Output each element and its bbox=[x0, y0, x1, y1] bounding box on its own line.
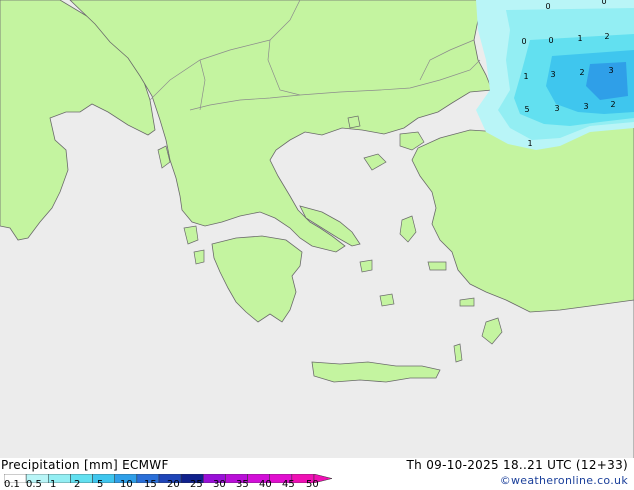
scale-swatch bbox=[92, 474, 115, 483]
scale-tick: 2 bbox=[74, 479, 81, 490]
map-title: Precipitation [mm] ECMWF bbox=[1, 458, 169, 472]
island-thasos bbox=[347, 115, 361, 129]
precip-label: 0 bbox=[601, 0, 606, 6]
precip-label: 0 bbox=[521, 37, 526, 46]
precip-label: 0 bbox=[545, 2, 550, 11]
scale-tick: 45 bbox=[282, 479, 295, 490]
precip-label: 2 bbox=[610, 100, 615, 109]
precipitation-map: 0 0 0 0 1 2 1 3 2 3 5 3 3 2 1 bbox=[0, 0, 634, 458]
precip-label: 2 bbox=[579, 68, 584, 77]
island-zakynthos bbox=[193, 249, 205, 265]
scale-tick: 20 bbox=[167, 479, 180, 490]
scale-tick: 10 bbox=[120, 479, 133, 490]
scale-tick: 25 bbox=[190, 479, 203, 490]
island-samos bbox=[427, 261, 447, 271]
scale-tick: 15 bbox=[144, 479, 157, 490]
island-naxos bbox=[379, 293, 395, 307]
scale-tick: 0.1 bbox=[4, 479, 20, 490]
precip-label: 3 bbox=[583, 102, 588, 111]
scale-tick: 40 bbox=[259, 479, 272, 490]
credit-link[interactable]: ©weatheronline.co.uk bbox=[500, 474, 628, 487]
precip-label: 1 bbox=[577, 34, 582, 43]
scale-tick: 30 bbox=[213, 479, 226, 490]
precip-label: 1 bbox=[523, 72, 528, 81]
scale-tick: 1 bbox=[50, 479, 57, 490]
precip-label: 3 bbox=[554, 104, 559, 113]
precip-label: 3 bbox=[550, 70, 555, 79]
scale-tick: 50 bbox=[306, 479, 319, 490]
scale-tick: 5 bbox=[97, 479, 104, 490]
precip-label: 5 bbox=[524, 105, 529, 114]
scale-tick: 0.5 bbox=[26, 479, 42, 490]
footer: Precipitation [mm] ECMWF Th 09-10-2025 1… bbox=[0, 458, 634, 490]
scale-tick: 35 bbox=[236, 479, 249, 490]
precip-label: 3 bbox=[608, 66, 613, 75]
island-andros bbox=[359, 259, 373, 273]
valid-time: Th 09-10-2025 18..21 UTC (12+33) bbox=[406, 458, 628, 472]
precip-label: 2 bbox=[604, 32, 609, 41]
precip-label: 1 bbox=[527, 139, 532, 148]
precip-label: 0 bbox=[548, 36, 553, 45]
